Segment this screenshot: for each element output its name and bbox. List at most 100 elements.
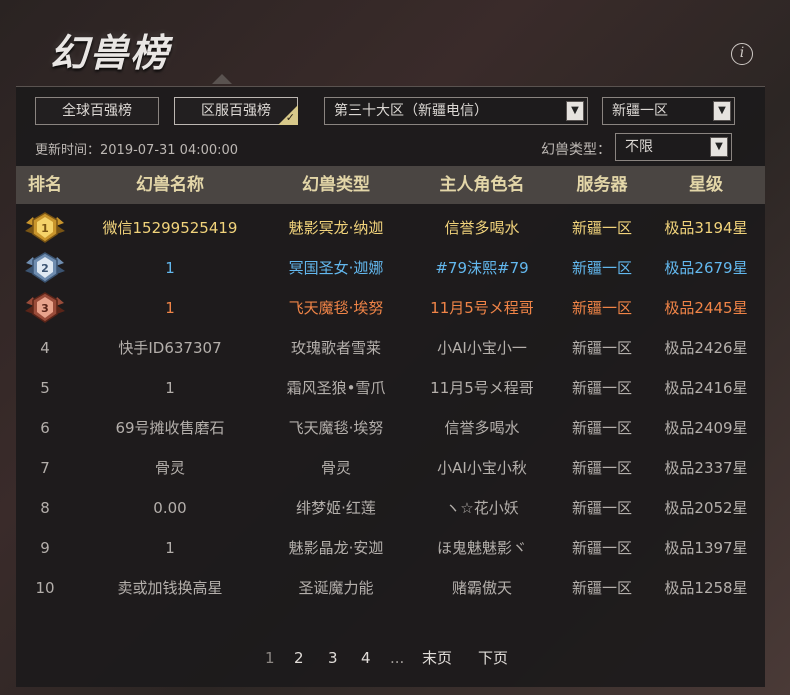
beast-type: 玫瑰歌者雪莱 — [290, 339, 381, 357]
region-select-value: 第三十大区（新疆电信） — [334, 103, 488, 119]
beast-name: 69号摊收售磨石 — [115, 419, 225, 437]
table-row: 1 微信15299525419 魅影冥龙·纳迦 信誉多喝水 新疆一区 极品3194星 — [16, 208, 765, 248]
beast-type: 圣诞魔力能 — [298, 579, 374, 597]
star-level: 极品1397星 — [664, 539, 748, 557]
table-row: 9 1 魅影晶龙·安迦 ほ鬼魅魅影ヾ 新疆一区 极品1397星 — [16, 528, 765, 568]
star-level: 极品2409星 — [664, 419, 748, 437]
next-page-button[interactable]: 下页 — [478, 647, 508, 669]
beast-name: 骨灵 — [154, 459, 185, 477]
table-row: 3 1 飞天魔毯·埃努 11月5号メ程哥 新疆一区 极品2445星 — [16, 288, 765, 328]
page-ellipsis: ... — [390, 649, 405, 667]
star-level: 极品2426星 — [664, 339, 748, 357]
beast-type-select[interactable]: 不限 ▼ — [615, 133, 732, 161]
server-select-value: 新疆一区 — [612, 103, 668, 119]
header-owner: 主人角色名 — [439, 175, 525, 195]
owner-name: 11月5号メ程哥 — [430, 379, 534, 397]
beast-name: 快手ID637307 — [118, 339, 222, 357]
beast-type-select-value: 不限 — [625, 139, 653, 155]
owner-name: 小AI小宝小秋 — [437, 459, 527, 477]
header-server: 服务器 — [576, 175, 628, 195]
server-name: 新疆一区 — [571, 219, 632, 237]
table-row: 5 1 霜风圣狼•雪爪 11月5号メ程哥 新疆一区 极品2416星 — [16, 368, 765, 408]
beast-type: 绯梦姬·红莲 — [296, 499, 376, 517]
chevron-down-icon[interactable]: ▼ — [713, 101, 731, 121]
gold-medal-icon: 1 — [16, 208, 74, 248]
star-level: 极品2679星 — [664, 259, 748, 277]
bronze-medal-icon: 3 — [16, 288, 74, 328]
info-icon[interactable]: i — [731, 43, 753, 65]
star-level: 极品2416星 — [664, 379, 748, 397]
panel-notch — [212, 74, 232, 84]
tab-server-top100[interactable]: 区服百强榜 ✓ — [174, 97, 298, 125]
star-level: 极品2337星 — [664, 459, 748, 477]
last-page-button[interactable]: 末页 — [422, 647, 452, 669]
owner-name: #79沫熙#79 — [435, 259, 529, 277]
beast-name: 1 — [165, 379, 175, 397]
server-name: 新疆一区 — [571, 499, 632, 517]
bronze-medal-icon: 3 — [25, 292, 65, 323]
medal-rank-number: 2 — [41, 262, 49, 275]
owner-name: 11月5号メ程哥 — [430, 299, 534, 317]
owner-name: 信誉多喝水 — [444, 219, 520, 237]
star-level: 极品2445星 — [664, 299, 748, 317]
rank-number: 5 — [40, 379, 50, 397]
beast-name: 卖或加钱换高星 — [117, 579, 223, 597]
chevron-down-icon[interactable]: ▼ — [566, 101, 584, 121]
table-row: 7 骨灵 骨灵 小AI小宝小秋 新疆一区 极品2337星 — [16, 448, 765, 488]
silver-medal-icon: 2 — [25, 252, 65, 283]
beast-type: 魅影冥龙·纳迦 — [288, 219, 384, 237]
page-3[interactable]: 3 — [328, 647, 338, 669]
rank-number: 4 — [40, 339, 50, 357]
header-beast-type: 幻兽类型 — [302, 175, 370, 195]
update-time: 更新时间：2019-07-31 04:00:00 — [35, 143, 239, 158]
region-select[interactable]: 第三十大区（新疆电信） ▼ — [324, 97, 588, 125]
beast-type: 霜风圣狼•雪爪 — [286, 379, 386, 397]
server-name: 新疆一区 — [571, 259, 632, 277]
rank-number: 8 — [40, 499, 50, 517]
server-name: 新疆一区 — [571, 299, 632, 317]
star-level: 极品2052星 — [664, 499, 748, 517]
medal-rank-number: 1 — [41, 222, 49, 235]
owner-name: 信誉多喝水 — [444, 419, 520, 437]
beast-name: 微信15299525419 — [102, 219, 238, 237]
beast-type: 魅影晶龙·安迦 — [288, 539, 384, 557]
beast-type: 冥国圣女·迦娜 — [288, 259, 384, 277]
page-title: 幻兽榜 — [50, 31, 171, 75]
owner-name: ヽ☆花小妖 — [445, 499, 519, 517]
rank-number: 6 — [40, 419, 50, 437]
header-star: 星级 — [689, 175, 723, 195]
server-name: 新疆一区 — [571, 579, 632, 597]
chevron-down-icon[interactable]: ▼ — [710, 137, 728, 157]
star-level: 极品1258星 — [664, 579, 748, 597]
beast-name: 1 — [165, 539, 175, 557]
server-select[interactable]: 新疆一区 ▼ — [602, 97, 735, 125]
star-level: 极品3194星 — [664, 219, 748, 237]
server-name: 新疆一区 — [571, 419, 632, 437]
server-name: 新疆一区 — [571, 459, 632, 477]
beast-name: 1 — [165, 259, 175, 277]
medal-rank-number: 3 — [41, 302, 49, 315]
beast-type: 骨灵 — [320, 459, 351, 477]
server-name: 新疆一区 — [571, 539, 632, 557]
beast-name: 1 — [165, 299, 175, 317]
beast-type-label: 幻兽类型： — [541, 142, 611, 158]
checkmark-glyph: ✓ — [285, 111, 295, 124]
table-row: 4 快手ID637307 玫瑰歌者雪莱 小AI小宝小一 新疆一区 极品2426星 — [16, 328, 765, 368]
tab-global-top100[interactable]: 全球百强榜 — [35, 97, 159, 125]
server-name: 新疆一区 — [571, 339, 632, 357]
owner-name: ほ鬼魅魅影ヾ — [436, 539, 527, 557]
page-2[interactable]: 2 — [294, 647, 304, 669]
page-1[interactable]: 1 — [265, 647, 275, 669]
table-row: 10 卖或加钱换高星 圣诞魔力能 赌霸傲天 新疆一区 极品1258星 — [16, 568, 765, 608]
rank-number: 10 — [35, 579, 55, 597]
table-row: 8 0.00 绯梦姬·红莲 ヽ☆花小妖 新疆一区 极品2052星 — [16, 488, 765, 528]
beast-type: 飞天魔毯·埃努 — [288, 419, 384, 437]
header-rank: 排名 — [28, 175, 62, 195]
gold-medal-icon: 1 — [25, 212, 65, 243]
page-4[interactable]: 4 — [361, 647, 371, 669]
beast-type: 飞天魔毯·埃努 — [288, 299, 384, 317]
server-name: 新疆一区 — [571, 379, 632, 397]
table-row: 6 69号摊收售磨石 飞天魔毯·埃努 信誉多喝水 新疆一区 极品2409星 — [16, 408, 765, 448]
header-beast-name: 幻兽名称 — [136, 175, 204, 195]
owner-name: 赌霸傲天 — [451, 579, 512, 597]
